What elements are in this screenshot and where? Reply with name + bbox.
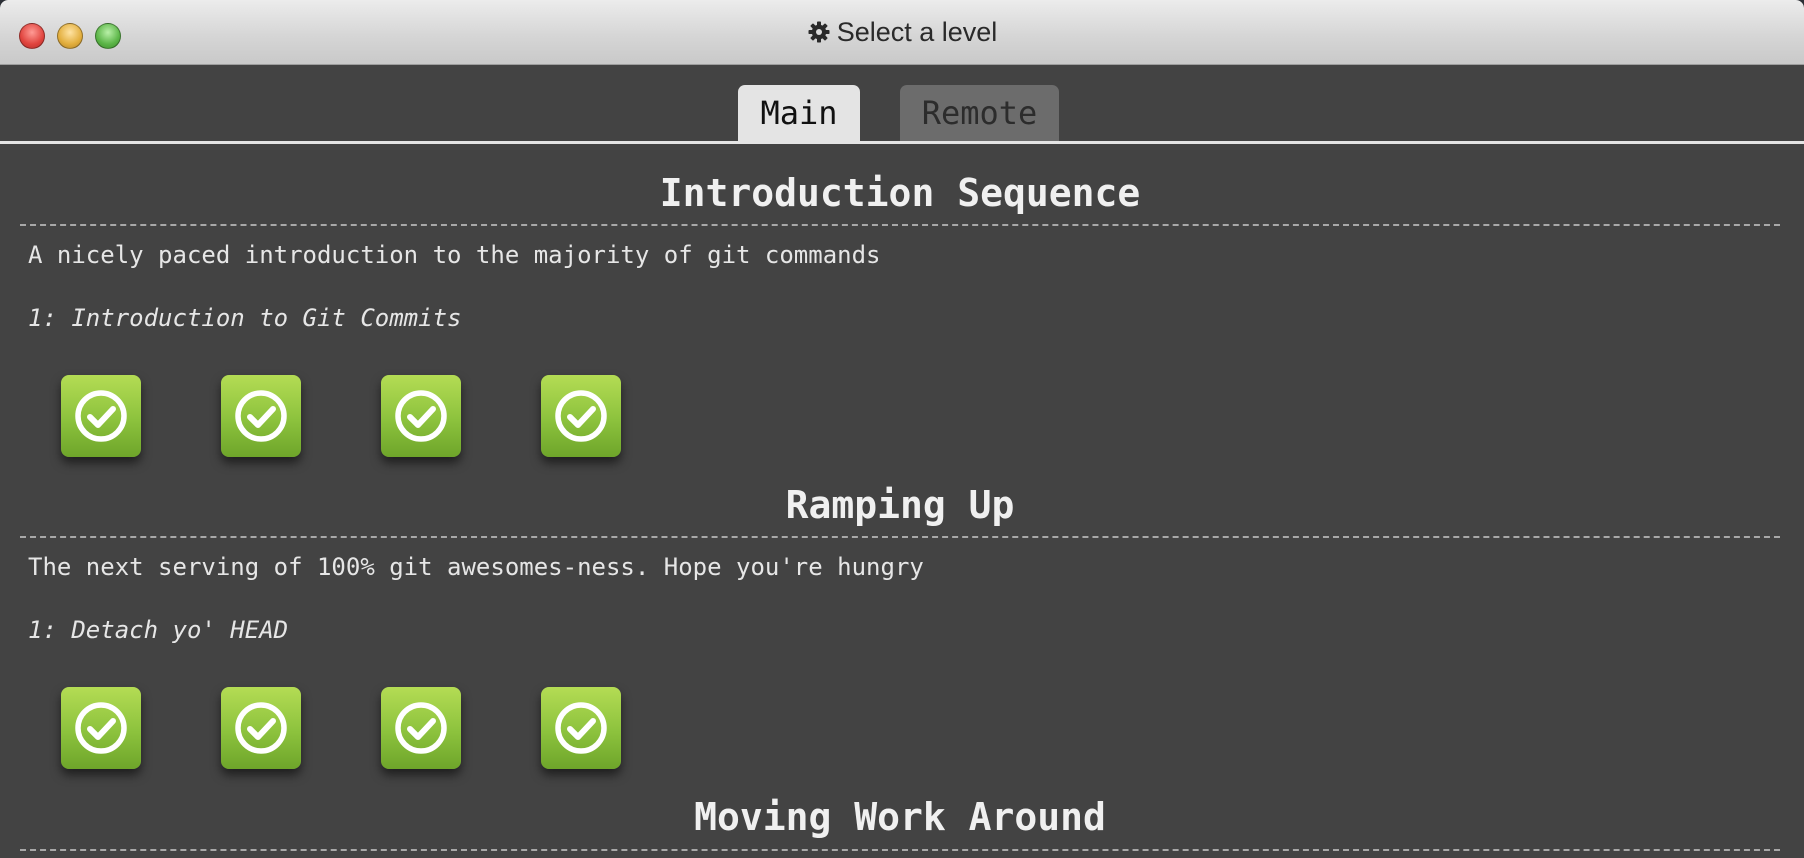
section-divider bbox=[20, 536, 1780, 538]
check-circle-icon bbox=[395, 390, 447, 442]
level-select-window: Select a level Main Remote Introduction … bbox=[0, 0, 1804, 858]
section-divider bbox=[20, 849, 1780, 851]
tab-bar: Main Remote bbox=[0, 85, 1804, 141]
tab-remote[interactable]: Remote bbox=[900, 85, 1059, 141]
section-description: A nicely paced introduction to the major… bbox=[28, 241, 881, 269]
check-circle-icon bbox=[235, 702, 287, 754]
check-circle-icon bbox=[75, 702, 127, 754]
level-sequence-name: 1: Introduction to Git Commits bbox=[28, 304, 462, 332]
title-bar: Select a level bbox=[0, 0, 1804, 65]
check-circle-icon bbox=[555, 702, 607, 754]
check-circle-icon bbox=[75, 390, 127, 442]
level-button-2-1[interactable] bbox=[61, 687, 141, 769]
gear-icon bbox=[808, 21, 830, 43]
level-button-1-2[interactable] bbox=[221, 375, 301, 457]
section-title-moving-work-around: Moving Work Around bbox=[694, 795, 1106, 839]
section-title-introduction: Introduction Sequence bbox=[659, 171, 1141, 215]
section-divider bbox=[20, 224, 1780, 226]
window-title: Select a level bbox=[836, 16, 998, 47]
check-circle-icon bbox=[555, 390, 607, 442]
level-list[interactable]: Introduction Sequence A nicely paced int… bbox=[0, 144, 1804, 858]
level-button-2-3[interactable] bbox=[381, 687, 461, 769]
level-button-2-2[interactable] bbox=[221, 687, 301, 769]
level-sequence-name: 1: Detach yo' HEAD bbox=[28, 616, 289, 644]
level-button-1-3[interactable] bbox=[381, 375, 461, 457]
level-button-1-4[interactable] bbox=[541, 375, 621, 457]
tab-main[interactable]: Main bbox=[738, 85, 860, 141]
check-circle-icon bbox=[235, 390, 287, 442]
window-title-area: Select a level bbox=[0, 0, 1804, 64]
section-title-ramping-up: Ramping Up bbox=[785, 483, 1015, 527]
level-button-1-1[interactable] bbox=[61, 375, 141, 457]
section-description: The next serving of 100% git awesomes-ne… bbox=[28, 553, 924, 581]
level-button-2-4[interactable] bbox=[541, 687, 621, 769]
check-circle-icon bbox=[395, 702, 447, 754]
